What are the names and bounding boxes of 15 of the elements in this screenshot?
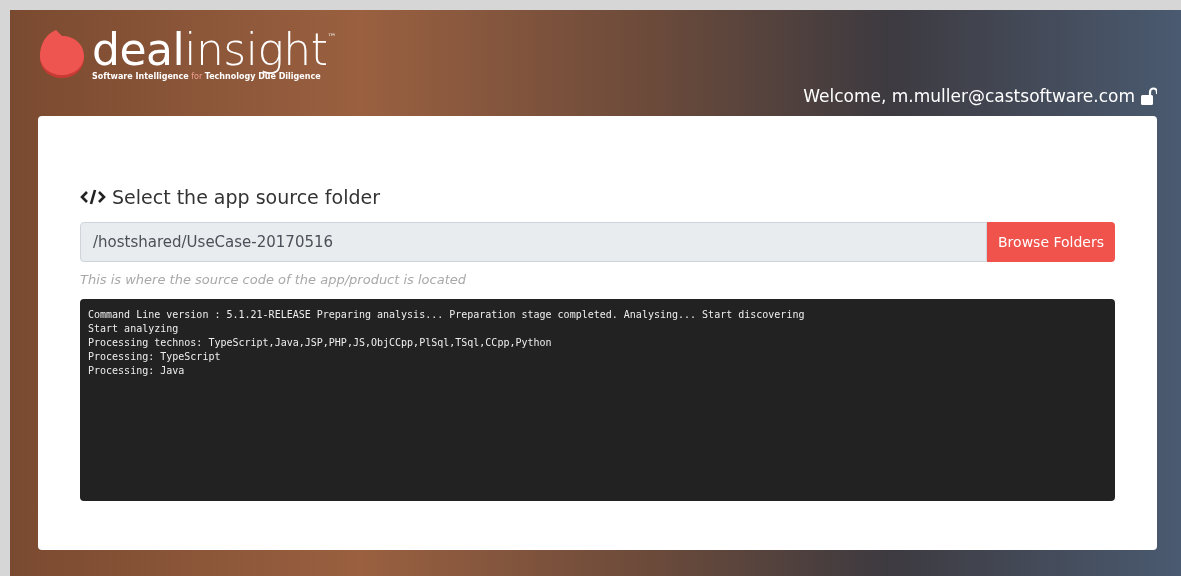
logo-wordmark: dealinsight [92, 28, 328, 72]
console-line: Command Line version : 5.1.21-RELEASE Preparing analysis... Preparation stage completed. Analysing... Start discovering [88, 309, 806, 320]
trademark-mark: ™ [327, 32, 337, 42]
console-line: Processing: TypeScript [88, 351, 222, 362]
console-line: Processing: Java [88, 365, 186, 376]
code-icon [80, 189, 106, 205]
unlock-icon[interactable] [1141, 87, 1157, 105]
section-title: Select the app source folder [112, 186, 380, 208]
console-line: Start analyzing [88, 323, 180, 334]
tagline: Software Intelligence for Technology Due Diligence [92, 72, 321, 81]
console-line: Processing technos: TypeScript,Java,JSP,PHP,JS,ObjCCpp,PlSql,TSql,CCpp,Python [88, 337, 553, 348]
logo-icon [38, 29, 86, 80]
folder-input-field[interactable]: /hostshared/UseCase-20170516 [80, 222, 987, 262]
welcome-text: Welcome, m.muller@castsoftware.com [803, 86, 1135, 106]
hint-text: This is where the source code of the app/product is located [80, 272, 468, 287]
